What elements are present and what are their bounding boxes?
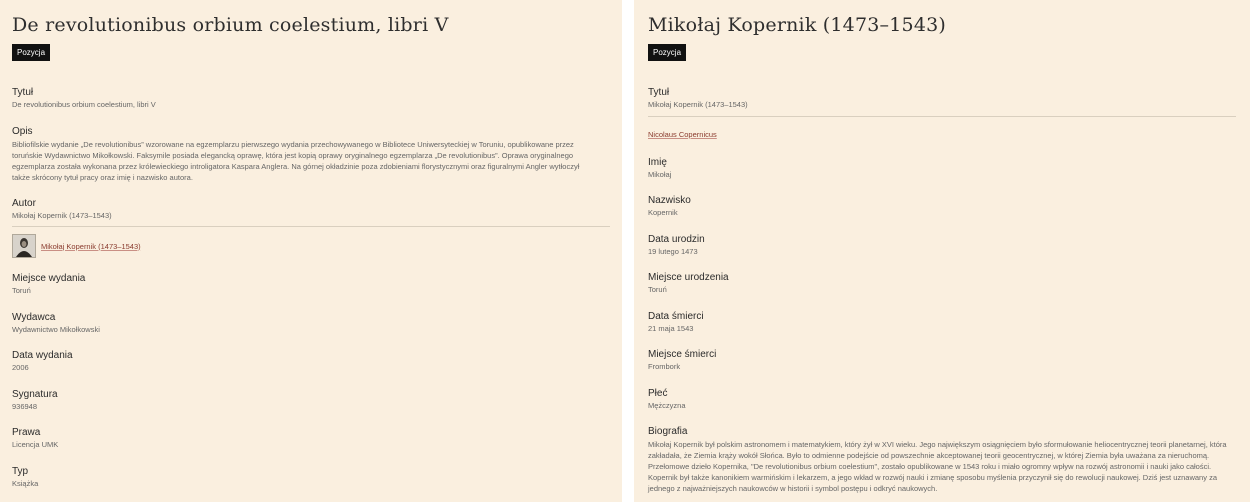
field-value: 19 lutego 1473 (648, 246, 698, 256)
field-label: Biografia (648, 426, 688, 437)
portrait-thumbnail[interactable] (12, 234, 36, 258)
field-death-date: Data śmierci 21 maja 1543 (648, 311, 1236, 335)
field-value: De revolutionibus orbium coelestium, lib… (12, 100, 156, 109)
item-panel-right: Mikołaj Kopernik (1473–1543) Pozycja Tyt… (634, 0, 1250, 502)
field-type: Typ Książka (12, 466, 610, 490)
field-label: Prawa (12, 427, 41, 438)
alt-name-link[interactable]: Nicolaus Copernicus (648, 130, 717, 139)
field-label: Autor (12, 197, 36, 209)
field-value: Mikołaj (648, 169, 672, 179)
field-value: Licencja UMK (12, 440, 59, 449)
field-value: 21 maja 1543 (648, 323, 694, 333)
field-value: Książka (12, 478, 39, 488)
type-badge: Pozycja (12, 44, 51, 61)
divider (12, 226, 610, 227)
page-title: Mikołaj Kopernik (1473–1543) (648, 14, 947, 36)
field-signature: Sygnatura 936948 (12, 389, 610, 413)
field-label: Tytuł (648, 87, 670, 98)
field-label: Data urodzin (648, 233, 705, 245)
portrait-icon (16, 238, 32, 257)
field-biography: Biografia Mikołaj Kopernik był polskim a… (648, 426, 1236, 494)
field-label: Tytuł (12, 87, 34, 98)
field-label: Płeć (648, 387, 668, 399)
field-first-name: Imię Mikołaj (648, 157, 1236, 181)
page-title: De revolutionibus orbium coelestium, lib… (12, 14, 449, 36)
field-label: Wydawca (12, 311, 56, 323)
field-value: Bibliofilskie wydanie „De revolutionibus… (12, 139, 580, 182)
field-description: Opis Bibliofilskie wydanie „De revolutio… (12, 126, 610, 183)
related-item[interactable]: Mikołaj Kopernik (1473–1543) (12, 234, 610, 258)
type-badge: Pozycja (648, 44, 687, 61)
field-label: Imię (648, 156, 667, 168)
field-value: Frombork (648, 362, 681, 371)
field-label: Opis (12, 125, 33, 137)
field-label: Miejsce wydania (12, 273, 86, 284)
field-value: Toruń (648, 285, 667, 294)
field-label: Nazwisko (648, 195, 691, 206)
field-value: Mężczyzna (648, 400, 686, 410)
field-label: Miejsce urodzenia (648, 272, 729, 283)
field-death-place: Miejsce śmierci Frombork (648, 349, 1236, 373)
field-value: Mikołaj Kopernik (1473–1543) (12, 210, 112, 220)
field-author: Autor Mikołaj Kopernik (1473–1543) Mikoł… (12, 197, 610, 258)
field-title: Tytuł De revolutionibus orbium coelestiu… (12, 87, 610, 111)
divider (648, 115, 1236, 117)
field-value: 936948 (12, 401, 38, 411)
field-date: Data wydania 2006 (12, 350, 610, 374)
field-last-name: Nazwisko Kopernik (648, 195, 1236, 219)
field-publisher: Wydawca Wydawnictwo Mikołkowski (12, 312, 610, 336)
item-panel-left: De revolutionibus orbium coelestium, lib… (0, 0, 622, 502)
field-value: Toruń (12, 286, 31, 295)
field-label: Miejsce śmierci (648, 349, 717, 360)
field-birth-place: Miejsce urodzenia Toruń (648, 272, 1236, 296)
field-label: Sygnatura (12, 388, 58, 400)
field-value: Kopernik (648, 208, 678, 217)
field-value: Mikołaj Kopernik był polskim astronomem … (648, 440, 1227, 493)
field-rights: Prawa Licencja UMK (12, 427, 610, 451)
field-value: 2006 (12, 363, 29, 372)
field-value: Wydawnictwo Mikołkowski (12, 324, 100, 334)
field-label: Data śmierci (648, 310, 704, 322)
field-title: Tytuł Mikołaj Kopernik (1473–1543) Nicol… (648, 87, 1236, 142)
field-label: Typ (12, 465, 29, 477)
field-label: Data wydania (12, 350, 73, 361)
field-place: Miejsce wydania Toruń (12, 273, 610, 297)
field-birth-date: Data urodzin 19 lutego 1473 (648, 234, 1236, 258)
field-value: Mikołaj Kopernik (1473–1543) (648, 100, 748, 109)
field-gender: Płeć Mężczyzna (648, 388, 1236, 412)
author-link[interactable]: Mikołaj Kopernik (1473–1543) (41, 242, 141, 251)
